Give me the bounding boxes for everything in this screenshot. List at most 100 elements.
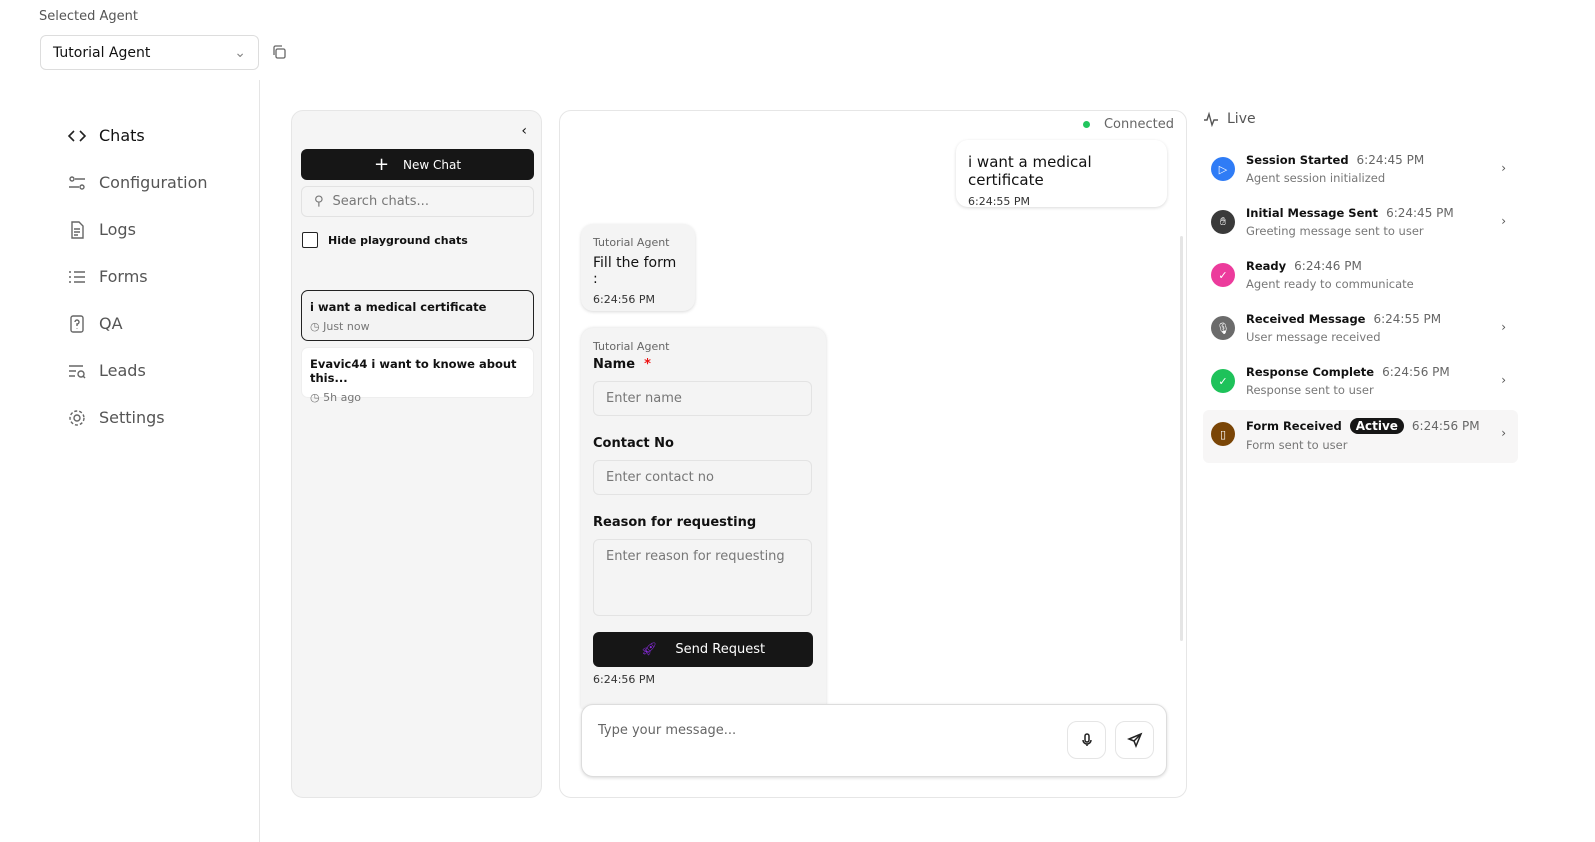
sidebar-item-label: Configuration: [99, 173, 208, 192]
message-sender: Tutorial Agent: [593, 340, 670, 353]
new-chat-label: New Chat: [403, 157, 462, 172]
search-placeholder: Search chats...: [332, 194, 429, 209]
mic-button[interactable]: [1067, 721, 1106, 759]
event-desc: Agent session initialized: [1246, 171, 1386, 185]
message-text: Fill the form :: [593, 255, 677, 287]
chevron-right-icon[interactable]: ›: [1501, 214, 1506, 228]
check-circle-icon: ✓: [1211, 263, 1235, 287]
event-desc: User message received: [1246, 330, 1381, 344]
filter-search-icon: [69, 364, 86, 378]
chat-list-item[interactable]: i want a medical certificate ◷ Just now: [301, 290, 534, 341]
clock-icon: ◷: [310, 391, 320, 404]
event-time: 6:24:56 PM: [1411, 419, 1480, 433]
sidebar-item-logs[interactable]: Logs: [60, 206, 250, 253]
message-time: 6:24:56 PM: [593, 293, 656, 306]
copy-icon[interactable]: [271, 44, 287, 60]
name-input[interactable]: Enter name: [593, 381, 812, 416]
collapse-panel-button[interactable]: ‹: [521, 123, 527, 139]
checkbox[interactable]: [302, 232, 318, 248]
contact-input[interactable]: Enter contact no: [593, 460, 812, 495]
message-input[interactable]: Type your message...: [581, 704, 1167, 777]
sidebar-item-chats[interactable]: Chats: [60, 112, 250, 159]
sidebar-nav: Chats Configuration Logs Forms QA Leads …: [60, 112, 250, 441]
sidebar-item-label: Chats: [99, 126, 145, 145]
live-events-panel: Live ▷ Session Started 6:24:45 PM Agent ses…: [1203, 110, 1518, 463]
hide-playground-checkbox[interactable]: Hide playground chats: [302, 232, 468, 248]
live-event[interactable]: ✋︎ Initial Message Sent 6:24:45 PM Greeting…: [1203, 198, 1518, 251]
chevron-right-icon[interactable]: ›: [1501, 373, 1506, 387]
form-message: Tutorial Agent Name * Enter name Contact…: [581, 328, 826, 708]
send-request-button[interactable]: 🚀︎ Send Request: [593, 632, 813, 667]
chevron-right-icon[interactable]: ›: [1501, 161, 1506, 175]
live-event[interactable]: 🎙︎ Received Message 6:24:55 PM User message…: [1203, 304, 1518, 357]
event-time: 6:24:45 PM: [1386, 206, 1454, 220]
live-event[interactable]: ▯ Form Received Active 6:24:56 PM Form sent …: [1203, 410, 1518, 463]
chat-panel: Connected i want a medical certificate 6:…: [559, 110, 1187, 798]
sidebar-item-label: QA: [99, 314, 123, 333]
status-text: Connected: [1103, 117, 1174, 132]
message-time: 6:24:55 PM: [968, 195, 1031, 208]
search-icon: ⚲: [314, 194, 324, 209]
chevron-right-icon[interactable]: ›: [1501, 426, 1506, 440]
connection-status: Connected: [1082, 117, 1174, 132]
file-icon: [71, 220, 84, 239]
agent-dropdown[interactable]: Tutorial Agent ⌄: [40, 35, 259, 70]
sidebar-item-configuration[interactable]: Configuration: [60, 159, 250, 206]
chat-title: Evavic44 i want to knowe about this...: [310, 357, 517, 385]
live-event[interactable]: ✓ Ready 6:24:46 PM Agent ready to communica…: [1203, 251, 1518, 304]
sidebar-item-label: Settings: [99, 408, 165, 427]
agent-message: Tutorial Agent Fill the form : 6:24:56 PM: [581, 224, 695, 311]
sidebar-divider: [259, 80, 260, 842]
scrollbar[interactable]: [1180, 236, 1183, 641]
list-icon: [69, 270, 85, 283]
field-label-reason: Reason for requesting: [593, 515, 757, 530]
sidebar-item-label: Leads: [99, 361, 146, 380]
message-placeholder: Type your message...: [598, 723, 737, 738]
chevron-down-icon: ⌄: [234, 44, 246, 61]
event-time: 6:24:55 PM: [1373, 312, 1442, 326]
message-text: i want a medical certificate: [968, 153, 1092, 189]
reason-textarea[interactable]: Enter reason for requesting: [593, 539, 812, 616]
event-desc: Greeting message sent to user: [1246, 224, 1424, 238]
sidebar-item-label: Logs: [99, 220, 136, 239]
chat-list-item[interactable]: Evavic44 i want to knowe about this... ◷ …: [301, 347, 534, 404]
hand-icon: ✋︎: [1211, 210, 1235, 234]
sidebar-item-label: Forms: [99, 267, 148, 286]
help-icon: [70, 314, 84, 333]
live-event[interactable]: ✓ Response Complete 6:24:56 PM Response sen…: [1203, 357, 1518, 410]
chat-list-panel: ‹ + New Chat ⚲ Search chats... Hide playgr…: [291, 110, 542, 798]
chat-time: 5h ago: [323, 391, 362, 404]
chat-time: Just now: [323, 320, 370, 333]
sidebar-item-settings[interactable]: Settings: [60, 394, 250, 441]
event-title: Session Started: [1246, 153, 1349, 167]
sidebar-item-leads[interactable]: Leads: [60, 347, 250, 394]
field-label-name: Name *: [593, 357, 651, 372]
check-circle-icon: ✓: [1211, 369, 1235, 393]
rocket-icon: 🚀︎: [640, 642, 658, 657]
play-icon: ▷: [1211, 157, 1235, 181]
event-time: 6:24:56 PM: [1382, 365, 1450, 379]
live-event[interactable]: ▷ Session Started 6:24:45 PM Agent session …: [1203, 145, 1518, 198]
search-chats-input[interactable]: ⚲ Search chats...: [301, 186, 534, 217]
gear-icon: [69, 409, 85, 426]
new-chat-button[interactable]: + New Chat: [301, 149, 534, 180]
event-title: Ready: [1246, 259, 1287, 273]
event-title: Response Complete: [1246, 365, 1375, 379]
status-dot-icon: [1082, 121, 1090, 128]
event-time: 6:24:46 PM: [1294, 259, 1362, 273]
sidebar-item-qa[interactable]: QA: [60, 300, 250, 347]
send-icon: [1126, 732, 1142, 748]
event-desc: Agent ready to communicate: [1246, 277, 1414, 291]
clock-icon: ◷: [310, 320, 320, 333]
selected-agent-label: Selected Agent: [39, 9, 138, 24]
event-time: 6:24:45 PM: [1356, 153, 1425, 167]
event-title: Initial Message Sent: [1246, 206, 1379, 220]
sidebar-item-forms[interactable]: Forms: [60, 253, 250, 300]
checkbox-label: Hide playground chats: [328, 233, 468, 247]
required-marker: *: [644, 357, 651, 372]
send-button[interactable]: [1115, 721, 1154, 759]
chevron-right-icon[interactable]: ›: [1501, 320, 1506, 334]
user-message: i want a medical certificate 6:24:55 PM: [956, 140, 1167, 208]
file-icon: ▯: [1211, 422, 1235, 446]
activity-icon: [1204, 111, 1218, 127]
